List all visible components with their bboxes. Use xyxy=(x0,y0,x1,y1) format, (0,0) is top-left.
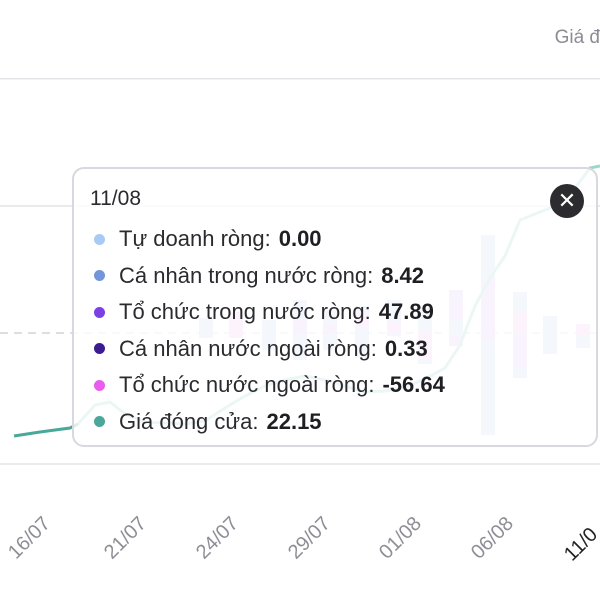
tooltip-row-label: Tự doanh ròng: xyxy=(119,226,271,252)
tooltip-row-value: 0.33 xyxy=(384,335,428,361)
tooltip-rows: Tự doanh ròng: 0.00 Cá nhân trong nước r… xyxy=(94,221,445,440)
tooltip-row-label: Giá đóng cửa: xyxy=(119,408,259,434)
tooltip-row-value: 47.89 xyxy=(378,299,434,325)
tooltip-row-gia-dong-cua: Giá đóng cửa: 22.15 xyxy=(94,404,445,441)
tooltip-row-tu-doanh: Tự doanh ròng: 0.00 xyxy=(94,221,445,258)
series-dot-icon xyxy=(94,270,105,282)
tooltip-date: 11/08 xyxy=(90,187,141,210)
tooltip-row-to-chuc-trong-nuoc: Tổ chức trong nước ròng: 47.89 xyxy=(94,294,445,331)
tooltip-row-label: Cá nhân trong nước ròng: xyxy=(119,262,374,288)
tooltip-row-value: 22.15 xyxy=(266,408,322,434)
tooltip-row-ca-nhan-trong-nuoc: Cá nhân trong nước ròng: 8.42 xyxy=(94,258,445,295)
tooltip-row-label: Cá nhân nước ngoài ròng: xyxy=(119,335,377,361)
closing-price-line xyxy=(13,422,79,438)
series-dot-icon xyxy=(94,379,105,391)
tooltip-row-value: 0.00 xyxy=(278,226,322,252)
tooltip-row-label: Tổ chức trong nước ròng: xyxy=(119,299,371,325)
tooltip-row-label: Tổ chức nước ngoài ròng: xyxy=(119,372,375,398)
tooltip-row-value: -56.64 xyxy=(382,372,445,398)
series-dot-icon xyxy=(94,416,105,428)
chart-tooltip: 11/08 Tự doanh ròng: 0.00 Cá nhân trong … xyxy=(72,167,598,447)
series-dot-icon xyxy=(94,233,105,245)
tooltip-close-button[interactable]: ✕ xyxy=(550,184,584,218)
tooltip-row-to-chuc-nuoc-ngoai: Tổ chức nước ngoài ròng: -56.64 xyxy=(94,367,445,404)
series-dot-icon xyxy=(94,306,105,318)
tooltip-row-value: 8.42 xyxy=(381,262,425,288)
top-card: Giá đ xyxy=(0,0,600,79)
tooltip-row-ca-nhan-nuoc-ngoai: Cá nhân nước ngoài ròng: 0.33 xyxy=(94,331,445,368)
closing-price-legend-label: Giá đ xyxy=(554,27,600,48)
close-icon: ✕ xyxy=(557,188,577,213)
series-dot-icon xyxy=(94,343,105,355)
